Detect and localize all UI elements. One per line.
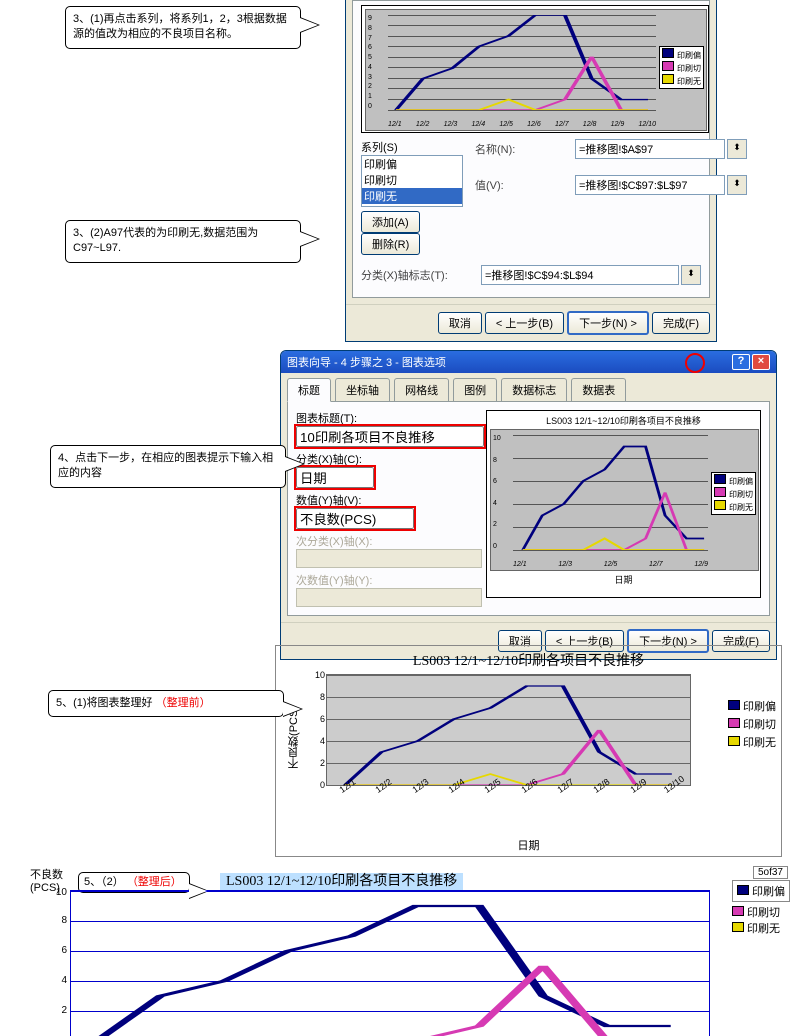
chart-wizard-step3: 图表向导 - 4 步骤之 3 - 图表选项 ? × 标题 坐标轴 网格线 图例 … <box>280 350 777 660</box>
legend-b: 印刷偏 印刷切 印刷无 <box>732 880 790 936</box>
chart-title: LS003 12/1~12/10印刷各项目不良推移 <box>276 650 781 670</box>
chart-wizard-step2-fragment: 9876543210 印刷偏 印刷切 印刷无 12/112/21 <box>345 0 717 342</box>
preview-xlabel: 日期 <box>490 573 757 586</box>
callout-4: 4、点击下一步，在相应的图表提示下输入相应的内容 <box>50 445 286 488</box>
ylabel-b: 不良数 <box>30 869 63 881</box>
chart-title-input[interactable] <box>296 426 484 447</box>
help-button[interactable]: ? <box>732 354 750 370</box>
preview-chart-title: LS003 12/1~12/10印刷各项目不良推移 <box>490 414 757 427</box>
sec-catx-label: 次分类(X)轴(X): <box>296 533 476 549</box>
finish-button-1[interactable]: 完成(F) <box>652 312 710 334</box>
name-ref-button[interactable]: ⬍ <box>727 139 747 159</box>
callout-3-2: 3、(2)A97代表的为印刷无,数据范围为C97~L97. <box>65 220 301 263</box>
series-listbox[interactable]: 印刷偏 印刷切 印刷无 <box>361 155 463 207</box>
series-item-2[interactable]: 印刷无 <box>362 188 462 204</box>
plot-area: 1086 420 12/112/212/3 12/412/512/6 12/71… <box>326 674 691 786</box>
value-ref-button[interactable]: ⬍ <box>727 175 747 195</box>
dialog-title: 图表向导 - 4 步骤之 3 - 图表选项 <box>287 354 446 370</box>
xlabel: 日期 <box>276 837 781 853</box>
series-preview-chart: 9876543210 印刷偏 印刷切 印刷无 12/112/21 <box>361 5 709 133</box>
result-chart-after: 不良数 (PCS) LS003 12/1~12/10印刷各项目不良推移 5、（2… <box>30 870 790 1036</box>
cancel-button-1[interactable]: 取消 <box>438 312 482 334</box>
tab-axis[interactable]: 坐标轴 <box>335 378 390 401</box>
chart-title-label: 图表标题(T): <box>296 410 476 426</box>
value-label: 值(V): <box>475 177 575 193</box>
valy-axis-input[interactable] <box>296 508 414 529</box>
valy-axis-label: 数值(Y)轴(V): <box>296 492 476 508</box>
series-item-0[interactable]: 印刷偏 <box>362 156 462 172</box>
sec-valy-label: 次数值(Y)轴(Y): <box>296 572 476 588</box>
back-button-1[interactable]: < 上一步(B) <box>485 312 564 334</box>
tab-legend[interactable]: 图例 <box>453 378 497 401</box>
next-button-1[interactable]: 下一步(N) > <box>567 311 649 335</box>
plot-area-b: 10 8 6 4 2 <box>70 890 710 1036</box>
add-series-button[interactable]: 添加(A) <box>361 211 420 233</box>
remove-series-button[interactable]: 删除(R) <box>361 233 420 255</box>
tab-datalabels[interactable]: 数据标志 <box>501 378 567 401</box>
callout-text-a: 5、（2） <box>84 876 124 888</box>
catx-label: 分类(X)轴标志(T): <box>361 267 481 283</box>
legend: 印刷偏 印刷切 印刷无 <box>728 696 776 752</box>
result-chart-before: LS003 12/1~12/10印刷各项目不良推移 不良数(PCS) 1086 … <box>275 645 782 857</box>
callout-text-b: （整理后） <box>127 876 182 888</box>
name-label: 名称(N): <box>475 141 575 157</box>
options-preview-chart: LS003 12/1~12/10印刷各项目不良推移 1086420 印刷偏 印刷… <box>486 410 761 598</box>
tabs-bar: 标题 坐标轴 网格线 图例 数据标志 数据表 <box>287 377 770 402</box>
series-name-input[interactable] <box>575 139 725 159</box>
catx-axis-input[interactable] <box>296 467 374 488</box>
series-label: 系列(S) <box>361 139 463 155</box>
catx-ref-button[interactable]: ⬍ <box>681 265 701 285</box>
catx-axis-label: 分类(X)轴(C): <box>296 451 476 467</box>
series-item-1[interactable]: 印刷切 <box>362 172 462 188</box>
callout-5-1: 5、(1)将图表整理好 （整理前） <box>48 690 284 717</box>
sec-valy-input <box>296 588 482 607</box>
callout-3-1: 3、(1)再点击系列，将系列1，2，3根据数据源的值改为相应的不良项目名称。 <box>65 6 301 49</box>
catx-input[interactable] <box>481 265 679 285</box>
callout-text-b: （整理前） <box>156 697 211 709</box>
series-value-input[interactable] <box>575 175 725 195</box>
chart-title-b: LS003 12/1~12/10印刷各项目不良推移 <box>220 873 463 890</box>
sec-catx-input <box>296 549 482 568</box>
close-button[interactable]: × <box>752 354 770 370</box>
tab-grid[interactable]: 网格线 <box>394 378 449 401</box>
callout-text: 4、点击下一步，在相应的图表提示下输入相应的内容 <box>58 452 273 479</box>
callout-text: 3、(1)再点击系列，将系列1，2，3根据数据源的值改为相应的不良项目名称。 <box>73 13 287 40</box>
step-highlight-circle <box>685 353 705 373</box>
tab-title[interactable]: 标题 <box>287 378 331 402</box>
callout-text-a: 5、(1)将图表整理好 <box>56 697 153 709</box>
tab-datatable[interactable]: 数据表 <box>571 378 626 401</box>
callout-text: 3、(2)A97代表的为印刷无,数据范围为C97~L97. <box>73 227 258 254</box>
